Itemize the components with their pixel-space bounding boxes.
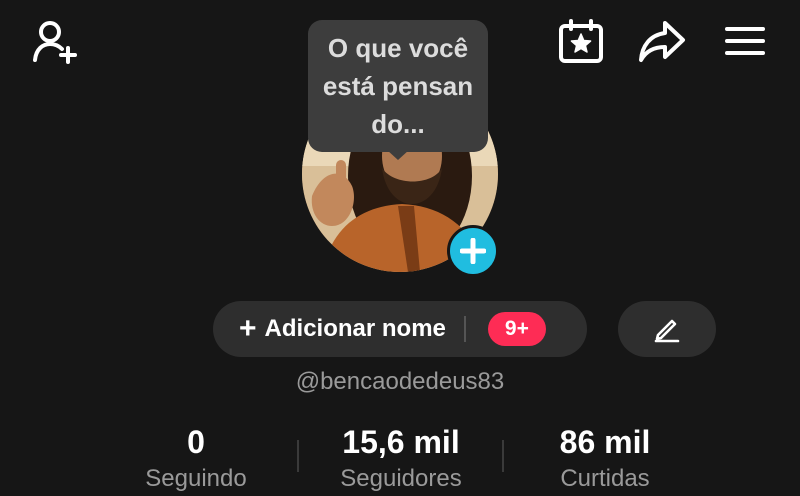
stat-divider [297,440,299,472]
status-note-text: O que você está pensando... [322,33,474,139]
menu-button[interactable] [720,16,770,66]
calendar-button[interactable] [554,14,608,68]
add-name-plus: + [239,312,257,345]
plus-icon [460,238,486,264]
status-note-bubble[interactable]: O que você está pensando... [308,20,488,152]
pencil-icon [654,319,680,343]
share-button[interactable] [634,14,690,68]
person-plus-icon [33,21,77,64]
stat-value: 15,6 mil [342,424,460,460]
stat-label: Curtidas [560,465,650,492]
stat-label: Seguindo [145,465,247,492]
edit-profile-button[interactable] [618,301,716,357]
add-name-button[interactable]: + Adicionar nome 9+ [213,301,587,357]
hamburger-menu-icon [725,27,765,55]
add-friend-button[interactable] [28,14,84,70]
username: @bencaodedeus83 [295,368,505,395]
stat-following[interactable]: 0 Seguindo [126,424,266,496]
divider [463,316,466,342]
stat-likes[interactable]: 86 mil Curtidas [530,424,680,496]
share-arrow-icon [639,21,685,62]
notification-badge[interactable]: 9+ [487,312,546,346]
calendar-star-icon [559,19,603,63]
add-name-label: Adicionar nome [264,315,446,342]
stat-followers[interactable]: 15,6 mil Seguidores [320,424,482,496]
bubble-tail [387,150,409,160]
stat-divider [502,440,504,472]
stat-value: 0 [187,424,205,460]
stat-label: Seguidores [340,465,462,492]
stat-value: 86 mil [559,424,651,460]
add-story-button[interactable] [447,225,499,277]
